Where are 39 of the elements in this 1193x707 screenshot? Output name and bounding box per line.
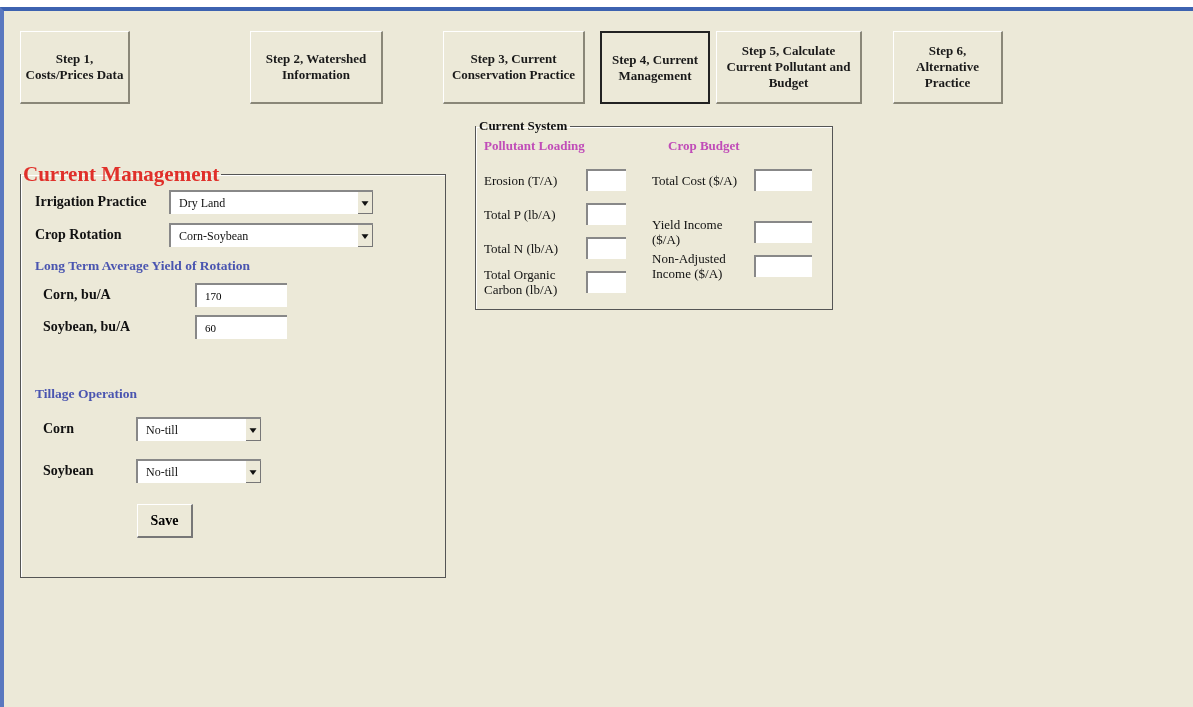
input-field[interactable]	[754, 255, 812, 277]
step-button[interactable]: Step 5, Calculate Current Pollutant and Budget	[716, 31, 862, 104]
section-heading: Pollutant Loading	[484, 138, 586, 154]
field-label: Corn	[42, 421, 76, 437]
input-field[interactable]: 170	[195, 282, 287, 307]
group-title: Current Management	[22, 162, 221, 187]
field-label: Non-Adjusted Income ($/A)	[652, 251, 727, 281]
field-label: Soybean	[42, 463, 95, 479]
dropdown[interactable]: Dry Land	[169, 190, 373, 214]
dropdown[interactable]: No-till	[136, 459, 261, 483]
field-label: Soybean, bu/A	[42, 318, 132, 335]
dropdown[interactable]: No-till	[136, 417, 261, 441]
input-field[interactable]	[754, 169, 812, 191]
step-button[interactable]: Step 1, Costs/Prices Data	[20, 31, 130, 104]
field-label: Total P (lb/A)	[484, 206, 557, 222]
field-label: Irrigation Practice	[35, 194, 148, 210]
field-label: Total Cost ($/A)	[652, 172, 739, 188]
save-button[interactable]: Save	[137, 504, 193, 538]
field-label: Erosion (T/A)	[484, 172, 559, 188]
input-field[interactable]	[754, 221, 812, 243]
step-button[interactable]: Step 3, Current Conservation Practice	[443, 31, 585, 104]
input-field[interactable]	[586, 203, 626, 225]
step-button[interactable]: Step 4, Current Management	[600, 31, 710, 104]
input-field[interactable]	[586, 237, 626, 259]
input-field[interactable]	[586, 169, 626, 191]
field-label: Yield Income ($/A)	[652, 217, 724, 247]
field-label: Corn, bu/A	[42, 286, 112, 303]
input-field[interactable]	[586, 271, 626, 293]
section-heading: Tillage Operation	[35, 386, 139, 402]
input-field[interactable]: 60	[195, 314, 287, 339]
section-heading: Crop Budget	[667, 138, 741, 154]
step-button[interactable]: Step 2, Watershed Information	[250, 31, 383, 104]
step-button[interactable]: Step 6, Alternative Practice	[893, 31, 1003, 104]
group-title: Current System	[478, 118, 569, 134]
field-label: Crop Rotation	[35, 227, 123, 243]
section-heading: Long Term Average Yield of Rotation	[35, 258, 252, 274]
field-label: Total Organic Carbon (lb/A)	[484, 267, 559, 297]
field-label: Total N (lb/A)	[484, 240, 560, 256]
dropdown[interactable]: Corn-Soybean	[169, 223, 373, 247]
